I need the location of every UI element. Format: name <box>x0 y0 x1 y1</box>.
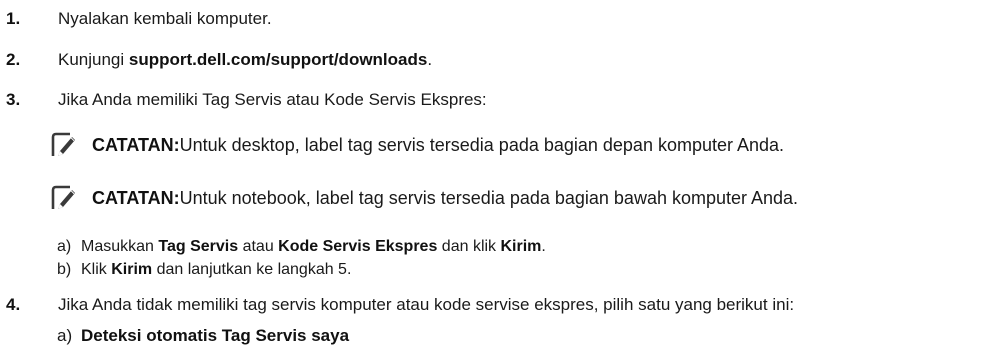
step-4-text: Jika Anda tidak memiliki tag servis komp… <box>58 295 794 315</box>
substep-letter: a) <box>57 238 72 255</box>
substep-letter: b) <box>57 261 72 278</box>
auto-detect-service-tag-option: Deteksi otomatis Tag Servis saya <box>81 326 350 345</box>
step-1-text: Nyalakan kembali komputer. <box>58 9 272 29</box>
note-notebook: CATATAN: Untuk notebook, label tag servi… <box>50 183 798 213</box>
substep-text-part: dan lanjutkan ke langkah 5. <box>152 261 352 278</box>
note-label: CATATAN: <box>92 134 180 155</box>
kirim-term: Kirim <box>500 238 542 255</box>
substep-letter: a) <box>57 326 73 345</box>
substep-text-part: Masukkan <box>81 238 154 255</box>
support-url-link[interactable]: support.dell.com/support/downloads <box>129 50 427 69</box>
step-number: 4. <box>6 295 21 314</box>
substep-text-part: atau <box>238 238 279 255</box>
step-4: 4. Jika Anda tidak memiliki tag servis k… <box>6 293 794 317</box>
step-number: 1. <box>6 9 21 28</box>
substep-text-part: Klik <box>81 261 107 278</box>
pencil-note-icon <box>50 184 78 212</box>
step-2-text-prefix: Kunjungi <box>58 50 129 69</box>
step-1: 1. Nyalakan kembali komputer. <box>6 7 272 31</box>
step-3: 3. Jika Anda memiliki Tag Servis atau Ko… <box>6 88 487 112</box>
tag-servis-term: Tag Servis <box>158 238 239 255</box>
substep-3a: a) Masukkan Tag Servis atau Kode Servis … <box>57 236 546 258</box>
kode-servis-ekspres-term: Kode Servis Ekspres <box>278 238 438 255</box>
substep-text-part: dan klik <box>437 238 501 255</box>
pencil-note-icon <box>50 131 78 159</box>
step-3-text: Jika Anda memiliki Tag Servis atau Kode … <box>58 90 487 110</box>
step-number: 3. <box>6 90 21 109</box>
step-2-text: Kunjungi support.dell.com/support/downlo… <box>58 50 432 70</box>
step-2: 2. Kunjungi support.dell.com/support/dow… <box>6 48 432 72</box>
step-1-text-part: Nyalakan kembali komputer. <box>58 9 272 28</box>
substep-4a: a) Deteksi otomatis Tag Servis saya <box>57 325 349 347</box>
kirim-term: Kirim <box>111 261 153 278</box>
substep-text-part: . <box>541 238 546 255</box>
step-3-text-part: Jika Anda memiliki Tag Servis atau Kode … <box>58 90 487 109</box>
note-label: CATATAN: <box>92 187 180 208</box>
document-page: 1. Nyalakan kembali komputer. 2. Kunjung… <box>0 0 1000 361</box>
note-desktop: CATATAN: Untuk desktop, label tag servis… <box>50 130 784 160</box>
note-text: Untuk desktop, label tag servis tersedia… <box>179 134 785 155</box>
step-number: 2. <box>6 50 21 69</box>
step-4-text-part: Jika Anda tidak memiliki tag servis komp… <box>58 295 795 314</box>
note-text: Untuk notebook, label tag servis tersedi… <box>179 187 799 208</box>
substep-3b: b) Klik Kirim dan lanjutkan ke langkah 5… <box>57 259 351 281</box>
step-2-text-suffix: . <box>427 50 433 69</box>
